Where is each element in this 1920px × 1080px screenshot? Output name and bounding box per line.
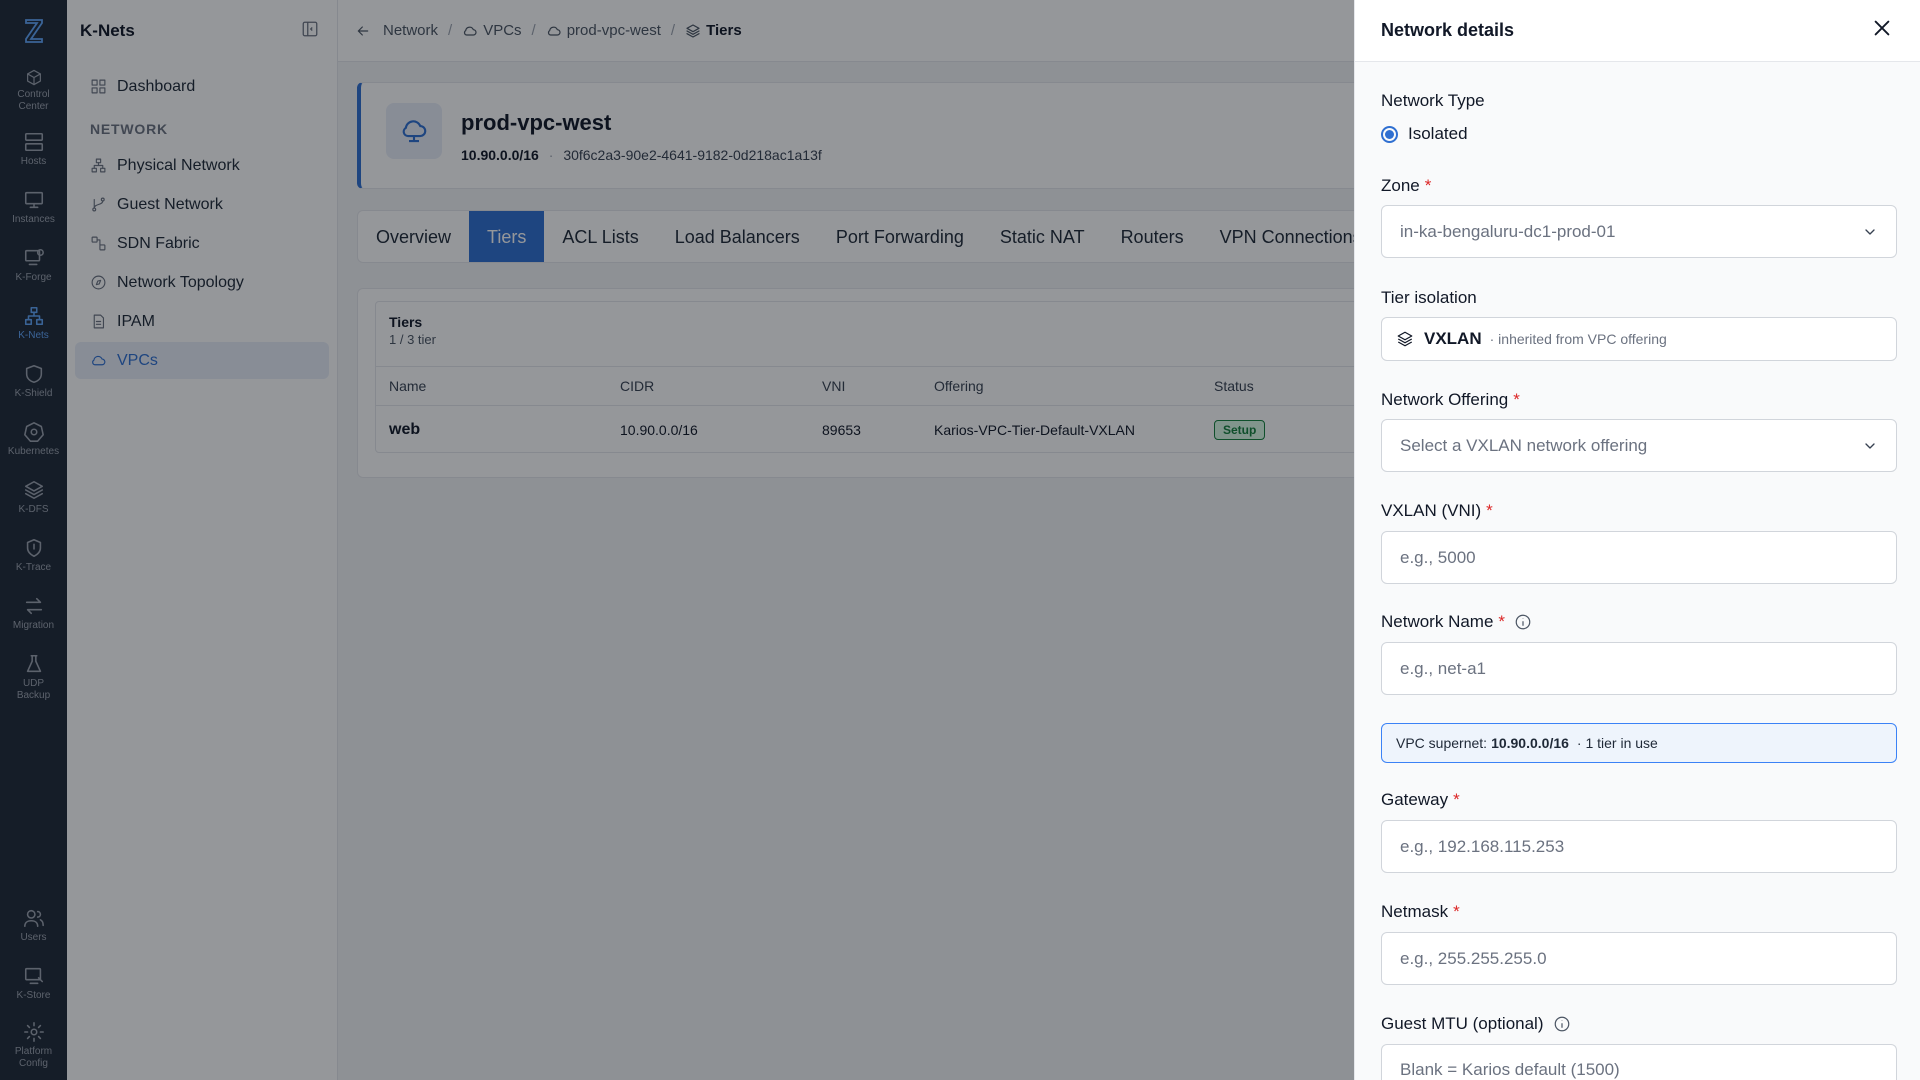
label-text: Gateway bbox=[1381, 790, 1449, 809]
input-placeholder: Blank = Karios default (1500) bbox=[1400, 1060, 1620, 1079]
close-icon bbox=[1874, 20, 1890, 36]
vni-label: VXLAN (VNI) * bbox=[1381, 501, 1493, 521]
tier-isolation-value: VXLAN bbox=[1424, 329, 1482, 348]
zone-label: Zone * bbox=[1381, 176, 1431, 196]
network-offering-select[interactable]: Select a VXLAN network offering bbox=[1381, 419, 1897, 472]
label-text: Network Type bbox=[1381, 91, 1485, 110]
input-placeholder: e.g., 192.168.115.253 bbox=[1400, 836, 1565, 856]
supernet-suffix: · 1 tier in use bbox=[1576, 735, 1658, 751]
guest-mtu-input[interactable]: Blank = Karios default (1500) bbox=[1381, 1044, 1897, 1080]
drawer-title: Network details bbox=[1381, 20, 1515, 40]
vpc-supernet-banner: VPC supernet: 10.90.0.0/16 · 1 tier in u… bbox=[1381, 723, 1897, 763]
modal-backdrop[interactable] bbox=[0, 0, 1354, 1080]
input-placeholder: e.g., 5000 bbox=[1400, 547, 1476, 567]
info-glyph bbox=[1515, 614, 1531, 630]
layers-icon bbox=[1397, 331, 1413, 347]
radio-indicator[interactable] bbox=[1381, 125, 1398, 143]
netmask-label: Netmask * bbox=[1381, 902, 1460, 922]
tier-isolation-field: VXLAN · inherited from VPC offering bbox=[1381, 317, 1897, 361]
required-mark: * bbox=[1453, 790, 1460, 809]
gateway-label: Gateway * bbox=[1381, 790, 1460, 810]
label-text: VXLAN (VNI) bbox=[1381, 501, 1482, 520]
label-text: Zone bbox=[1381, 176, 1420, 195]
network-name-input[interactable]: e.g., net-a1 bbox=[1381, 642, 1897, 695]
radio-isolated[interactable]: Isolated bbox=[1381, 124, 1468, 144]
chevron-down-icon bbox=[1865, 442, 1875, 449]
close-button[interactable] bbox=[1871, 17, 1893, 44]
zone-select[interactable]: in-ka-bengaluru-dc1-prod-01 bbox=[1381, 205, 1897, 258]
drawer-header: Network details bbox=[1355, 0, 1920, 62]
info-icon[interactable] bbox=[1514, 613, 1532, 631]
info-glyph bbox=[1554, 1016, 1569, 1032]
select-placeholder: Select a VXLAN network offering bbox=[1400, 435, 1648, 455]
tier-isolation-note: · inherited from VPC offering bbox=[1489, 331, 1667, 347]
network-offering-label: Network Offering * bbox=[1381, 390, 1520, 410]
required-mark: * bbox=[1513, 390, 1520, 409]
label-text: Netmask bbox=[1381, 902, 1449, 921]
input-placeholder: e.g., 255.255.255.0 bbox=[1400, 948, 1547, 968]
supernet-prefix: VPC supernet: bbox=[1396, 735, 1488, 751]
label-text: Network Offering bbox=[1381, 390, 1509, 409]
network-type-label: Network Type bbox=[1381, 91, 1485, 111]
required-mark: * bbox=[1486, 501, 1493, 520]
label-text: Guest MTU (optional) bbox=[1381, 1014, 1544, 1033]
info-icon[interactable] bbox=[1553, 1015, 1571, 1033]
input-placeholder: e.g., net-a1 bbox=[1400, 658, 1487, 678]
vni-input[interactable]: e.g., 5000 bbox=[1381, 531, 1897, 584]
required-mark: * bbox=[1453, 902, 1460, 921]
guest-mtu-label: Guest MTU (optional) bbox=[1381, 1014, 1571, 1034]
required-mark: * bbox=[1424, 176, 1432, 195]
netmask-input[interactable]: e.g., 255.255.255.0 bbox=[1381, 932, 1897, 985]
supernet-value: 10.90.0.0/16 bbox=[1491, 735, 1569, 751]
tier-isolation-label: Tier isolation bbox=[1381, 288, 1477, 308]
gateway-input[interactable]: e.g., 192.168.115.253 bbox=[1381, 820, 1897, 873]
chevron-down-icon bbox=[1865, 228, 1875, 235]
required-mark: * bbox=[1498, 612, 1506, 631]
network-name-label: Network Name * bbox=[1381, 612, 1532, 632]
label-text: Tier isolation bbox=[1381, 288, 1477, 307]
radio-dot bbox=[1385, 129, 1394, 139]
label-text: Network Name bbox=[1381, 612, 1494, 631]
radio-label: Isolated bbox=[1408, 124, 1468, 143]
zone-value: in-ka-bengaluru-dc1-prod-01 bbox=[1400, 221, 1616, 241]
network-details-drawer: Network details Network Type Isolated Zo… bbox=[1354, 0, 1920, 1080]
